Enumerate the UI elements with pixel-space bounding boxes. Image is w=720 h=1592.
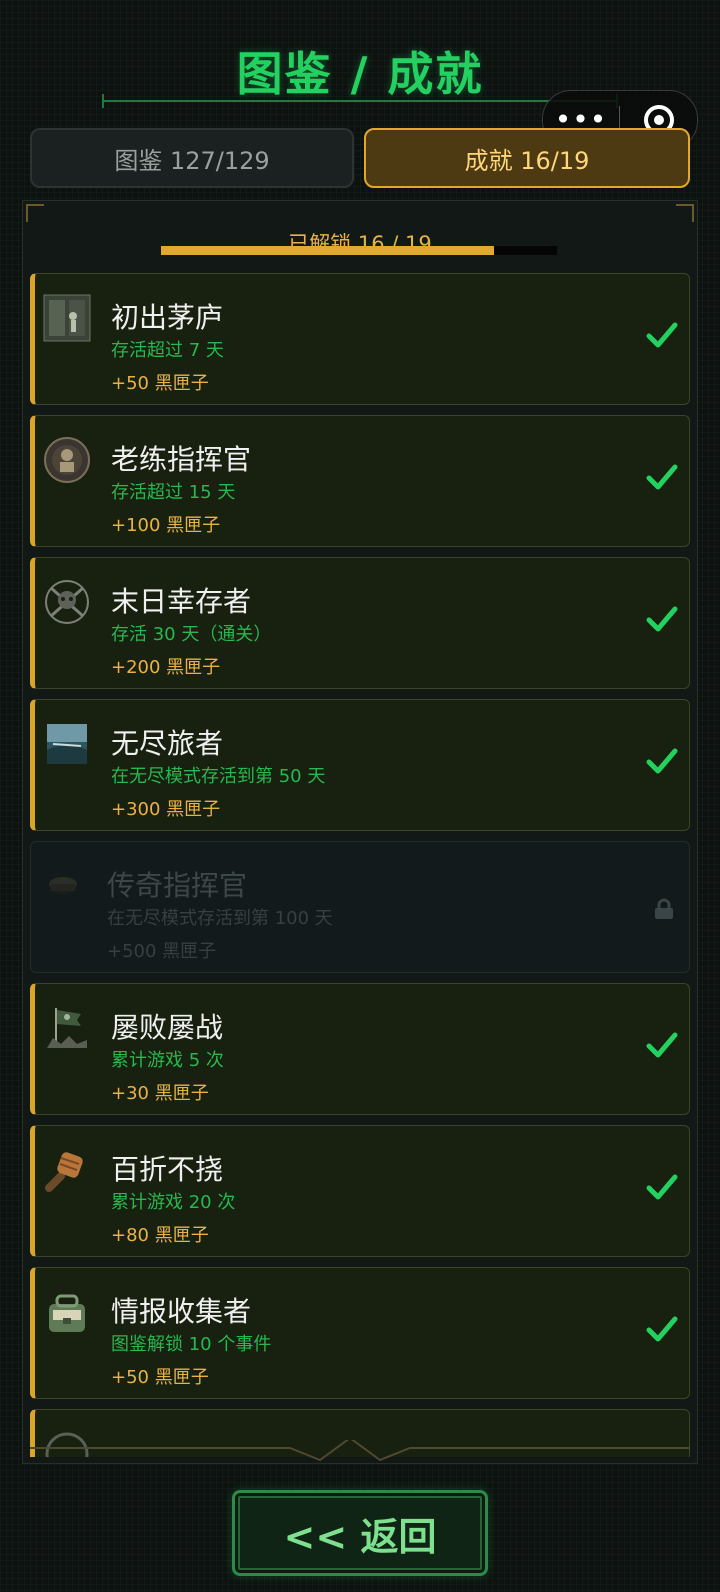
- survivor-door-icon: [43, 294, 91, 342]
- achievement-condition: 累计游戏 5 次: [111, 1050, 224, 1071]
- achievement-condition: 累计游戏 20 次: [111, 1192, 236, 1213]
- achievement-card: 百折不挠 累计游戏 20 次 +80 黑匣子: [30, 1125, 690, 1257]
- achievement-reward: +200 黑匣子: [111, 657, 221, 678]
- officer-cap-icon: [39, 862, 87, 910]
- bottom-divider: [30, 1440, 690, 1462]
- achievement-condition: 存活超过 15 天: [111, 482, 236, 503]
- checkmark-icon: [645, 320, 679, 354]
- tab-codex[interactable]: 图鉴 127/129: [30, 128, 354, 188]
- unlock-progress-fill: [161, 246, 495, 255]
- achievement-name: 百折不挠: [111, 1153, 224, 1186]
- intel-bag-icon: [43, 1288, 91, 1336]
- raised-fist-icon: [43, 1146, 91, 1194]
- achievement-name: 情报收集者: [111, 1295, 252, 1328]
- achievement-card: 情报收集者 图鉴解锁 10 个事件 +50 黑匣子: [30, 1267, 690, 1399]
- tab-achievements[interactable]: 成就 16/19: [364, 128, 690, 188]
- commander-medal-icon: [43, 436, 91, 484]
- achievement-name: 末日幸存者: [111, 585, 252, 618]
- checkmark-icon: [645, 1172, 679, 1206]
- achievement-card: 无尽旅者 在无尽模式存活到第 50 天 +300 黑匣子: [30, 699, 690, 831]
- achievement-reward: +300 黑匣子: [111, 799, 221, 820]
- checkmark-icon: [645, 462, 679, 496]
- skull-emblem-icon: [43, 578, 91, 626]
- achievement-reward: +500 黑匣子: [107, 941, 217, 962]
- unlock-progress-bar: [161, 246, 557, 255]
- lock-icon: [653, 898, 675, 924]
- achievement-condition: 在无尽模式存活到第 100 天: [107, 908, 333, 929]
- flag-rubble-icon: [43, 1004, 91, 1052]
- checkmark-icon: [645, 1030, 679, 1064]
- achievement-name: 初出茅庐: [111, 301, 224, 334]
- achievement-name: 屡败屡战: [111, 1011, 224, 1044]
- achievement-reward: +100 黑匣子: [111, 515, 221, 536]
- checkmark-icon: [645, 604, 679, 638]
- panel-corner: [676, 204, 694, 222]
- achievement-reward: +50 黑匣子: [111, 1367, 209, 1388]
- achievement-list[interactable]: 初出茅庐 存活超过 7 天 +50 黑匣子 老练指挥官 存活超过 15 天 +1…: [30, 273, 690, 1457]
- achievement-condition: 存活 30 天（通关）: [111, 624, 272, 645]
- achievement-card: 末日幸存者 存活 30 天（通关） +200 黑匣子: [30, 557, 690, 689]
- achievement-name: 传奇指挥官: [107, 869, 248, 902]
- achievement-name: 无尽旅者: [111, 727, 224, 760]
- checkmark-icon: [645, 746, 679, 780]
- achievement-card: 屡败屡战 累计游戏 5 次 +30 黑匣子: [30, 983, 690, 1115]
- checkmark-icon: [645, 1314, 679, 1348]
- achievement-card: 初出茅庐 存活超过 7 天 +50 黑匣子: [30, 273, 690, 405]
- panel-corner: [26, 204, 44, 222]
- back-button[interactable]: << 返回: [232, 1490, 488, 1576]
- title-divider: [102, 94, 618, 108]
- achievement-card: 老练指挥官 存活超过 15 天 +100 黑匣子: [30, 415, 690, 547]
- achievement-reward: +50 黑匣子: [111, 373, 209, 394]
- landscape-icon: [43, 720, 91, 768]
- achievement-card-locked: 传奇指挥官 在无尽模式存活到第 100 天 +500 黑匣子: [30, 841, 690, 973]
- achievement-condition: 图鉴解锁 10 个事件: [111, 1334, 272, 1355]
- achievement-condition: 在无尽模式存活到第 50 天: [111, 766, 326, 787]
- achievement-condition: 存活超过 7 天: [111, 340, 224, 361]
- achievement-name: 老练指挥官: [111, 443, 252, 476]
- achievement-reward: +80 黑匣子: [111, 1225, 209, 1246]
- achievement-reward: +30 黑匣子: [111, 1083, 209, 1104]
